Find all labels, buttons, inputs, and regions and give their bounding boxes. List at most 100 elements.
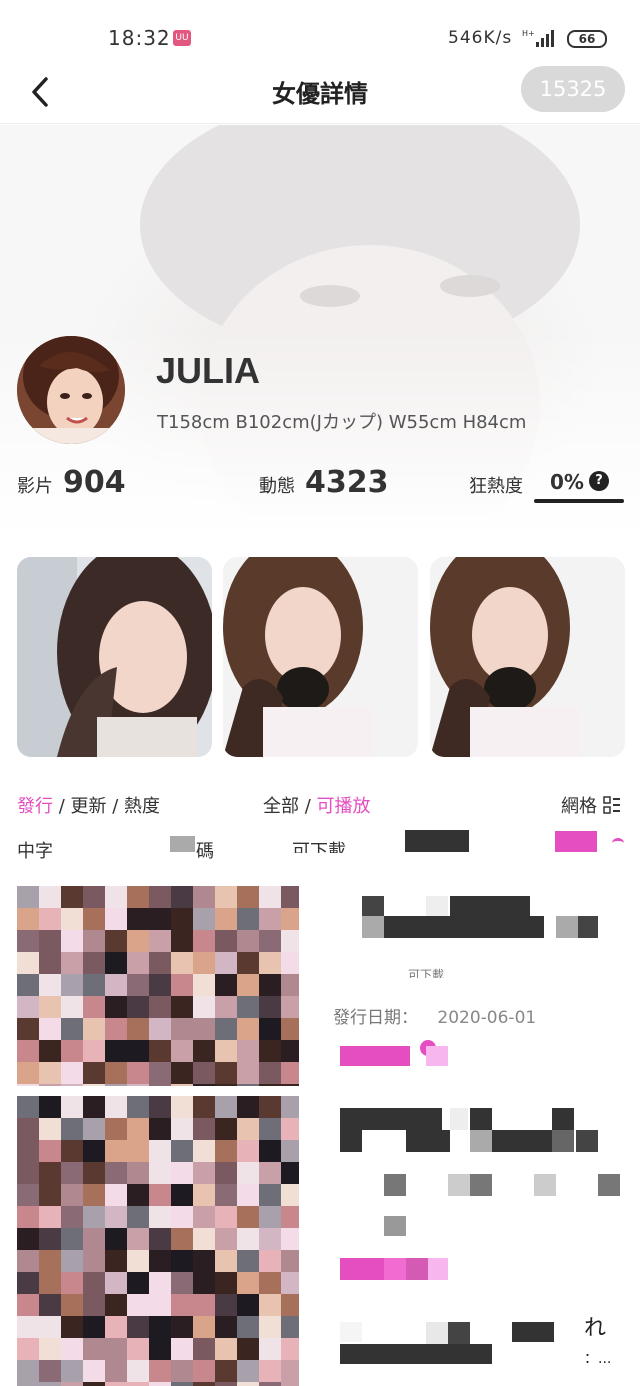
mosaic-tile xyxy=(237,1338,259,1360)
mosaic-tile xyxy=(39,1184,61,1206)
mosaic-tile xyxy=(105,1118,127,1140)
mosaic-tile xyxy=(39,1206,61,1228)
mosaic-tile xyxy=(61,1040,83,1062)
mosaic-tile xyxy=(127,908,149,930)
scope-all[interactable]: 全部 xyxy=(263,796,299,817)
mosaic-tile xyxy=(237,930,259,952)
mosaic-tile xyxy=(237,1294,259,1316)
actress-avatar[interactable] xyxy=(17,336,125,444)
mosaic-tile xyxy=(149,1184,171,1206)
mosaic-tile xyxy=(83,1162,105,1184)
sort-updated[interactable]: 更新 xyxy=(71,796,107,817)
stat-posts-label: 動態 xyxy=(259,476,295,497)
mosaic-tile xyxy=(193,1316,215,1338)
mosaic-tile xyxy=(39,930,61,952)
mosaic-tile xyxy=(61,1360,83,1382)
mosaic-tile xyxy=(127,1018,149,1040)
mosaic-tile xyxy=(17,952,39,974)
mosaic-tile xyxy=(237,1118,259,1140)
mosaic-tile xyxy=(127,886,149,908)
status-time: 18:32 xyxy=(108,26,171,50)
stat-posts[interactable]: 動態 4323 xyxy=(259,465,389,505)
mosaic-tile xyxy=(127,1294,149,1316)
mosaic-tile xyxy=(193,1272,215,1294)
photo-thumbnail[interactable] xyxy=(430,557,625,757)
mosaic-tile xyxy=(83,1228,105,1250)
release-date-label: 發行日期： xyxy=(333,1008,418,1028)
mosaic-tile xyxy=(215,1118,237,1140)
tag-partial-3[interactable]: 可下載 xyxy=(292,837,346,853)
mosaic-tile xyxy=(171,1118,193,1140)
mosaic-tile xyxy=(171,1096,193,1118)
help-icon[interactable]: ? xyxy=(589,471,609,491)
mosaic-tile xyxy=(237,1206,259,1228)
mosaic-tile xyxy=(17,1162,39,1184)
photo-thumbnail[interactable] xyxy=(17,557,212,757)
sort-release[interactable]: 發行 xyxy=(17,796,53,817)
mosaic-tile xyxy=(171,974,193,996)
mosaic-tile xyxy=(105,1096,127,1118)
mosaic-tile xyxy=(17,1228,39,1250)
mosaic-tile xyxy=(149,1162,171,1184)
mosaic-tile xyxy=(171,1162,193,1184)
mosaic-tile xyxy=(83,1096,105,1118)
mosaic-tile xyxy=(215,1018,237,1040)
mosaic-tile xyxy=(105,1316,127,1338)
mosaic-tile xyxy=(83,1360,105,1382)
mosaic-tile xyxy=(237,974,259,996)
video-thumbnail-mosaic[interactable] xyxy=(17,886,299,1086)
tag-chinese-sub[interactable]: 中字 xyxy=(17,837,53,863)
mosaic-tile xyxy=(215,930,237,952)
scope-options: 全部 / 可播放 xyxy=(263,792,371,818)
mosaic-tile xyxy=(127,1250,149,1272)
mosaic-tile xyxy=(215,908,237,930)
mosaic-tile xyxy=(127,974,149,996)
mosaic-tile xyxy=(259,1040,281,1062)
mosaic-tile xyxy=(281,952,299,974)
mosaic-tile xyxy=(17,886,39,908)
release-date-row: 發行日期： 2020-06-01 xyxy=(333,1003,536,1028)
stat-videos[interactable]: 影片 904 xyxy=(17,465,126,505)
sort-popularity[interactable]: 熱度 xyxy=(124,796,160,817)
mosaic-tile xyxy=(259,1360,281,1382)
tag-partial-2[interactable]: 碼 xyxy=(196,837,214,863)
mosaic-tile xyxy=(39,1316,61,1338)
mosaic-tile xyxy=(127,1140,149,1162)
mosaic-tile xyxy=(83,1272,105,1294)
mosaic-tile xyxy=(105,996,127,1018)
mosaic-tile xyxy=(259,1272,281,1294)
mosaic-tile xyxy=(127,1062,149,1084)
mosaic-tile xyxy=(149,930,171,952)
mosaic-tile xyxy=(259,1382,281,1386)
mosaic-tile xyxy=(215,1382,237,1386)
mosaic-tile xyxy=(259,1140,281,1162)
mosaic-tile xyxy=(105,974,127,996)
mosaic-tile xyxy=(281,1294,299,1316)
mosaic-tile xyxy=(17,1184,39,1206)
mosaic-tile xyxy=(237,1018,259,1040)
mosaic-tile xyxy=(105,1272,127,1294)
video-thumbnail-mosaic[interactable] xyxy=(17,1096,299,1386)
mosaic-tile xyxy=(17,1382,39,1386)
mosaic-tile xyxy=(127,1316,149,1338)
mosaic-tile xyxy=(17,908,39,930)
mosaic-tile xyxy=(149,1040,171,1062)
view-toggle[interactable]: 網格 xyxy=(561,792,621,818)
mosaic-tile xyxy=(39,952,61,974)
count-badge-button[interactable]: 15325 xyxy=(521,66,625,112)
stat-posts-value: 4323 xyxy=(305,465,389,500)
redaction-block xyxy=(170,836,195,852)
mosaic-tile xyxy=(83,1294,105,1316)
mosaic-tile xyxy=(281,1118,299,1140)
mosaic-tile xyxy=(259,1162,281,1184)
mosaic-tile xyxy=(171,886,193,908)
scope-playable[interactable]: 可播放 xyxy=(317,796,371,817)
photo-thumbnail[interactable] xyxy=(223,557,418,757)
mosaic-tile xyxy=(215,1338,237,1360)
mosaic-tile xyxy=(127,1084,149,1086)
photo-3-image xyxy=(430,557,625,757)
actress-name: JULIA xyxy=(156,350,261,391)
mosaic-tile xyxy=(193,1040,215,1062)
mosaic-tile xyxy=(281,996,299,1018)
mosaic-tile xyxy=(193,1228,215,1250)
